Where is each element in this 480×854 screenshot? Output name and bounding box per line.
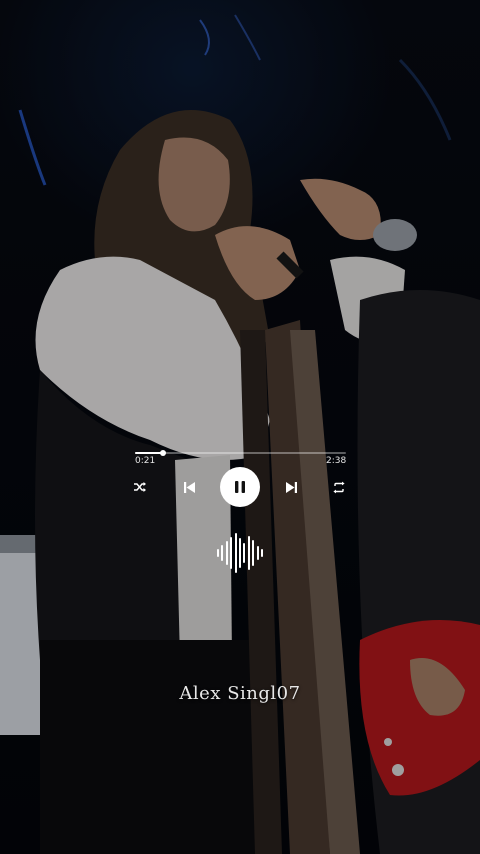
video-frame: 0:21 2:38 Alex Singl07 [0,0,480,854]
waveform-bar [217,549,219,557]
next-button[interactable] [281,478,301,496]
previous-button[interactable] [179,478,199,496]
waveform-bar [247,536,250,570]
total-duration: 2:38 [326,456,347,466]
repeat-button[interactable] [329,478,349,496]
play-pause-button[interactable] [220,467,260,507]
waveform-bar [238,538,241,568]
waveform-bar [234,533,237,573]
audio-waveform-icon [217,531,263,575]
shuffle-button[interactable] [130,478,150,496]
skip-previous-icon [183,481,195,493]
creator-watermark: Alex Singl07 [179,683,301,704]
skip-next-icon [285,481,297,493]
waveform-bar [225,541,228,565]
pause-icon [235,481,245,493]
progress-fill [135,452,164,454]
music-player-overlay: 0:21 2:38 Alex Singl07 [0,0,480,854]
waveform-bar [221,545,224,561]
elapsed-time: 0:21 [135,456,156,466]
waveform-bar [256,546,259,560]
waveform-bar [260,549,263,557]
waveform-bar [230,537,233,569]
waveform-bar [252,540,255,566]
progress-bar[interactable] [135,450,346,456]
shuffle-icon [134,482,146,492]
waveform-bar [243,543,246,563]
progress-handle[interactable] [160,450,167,456]
repeat-icon [333,481,345,493]
